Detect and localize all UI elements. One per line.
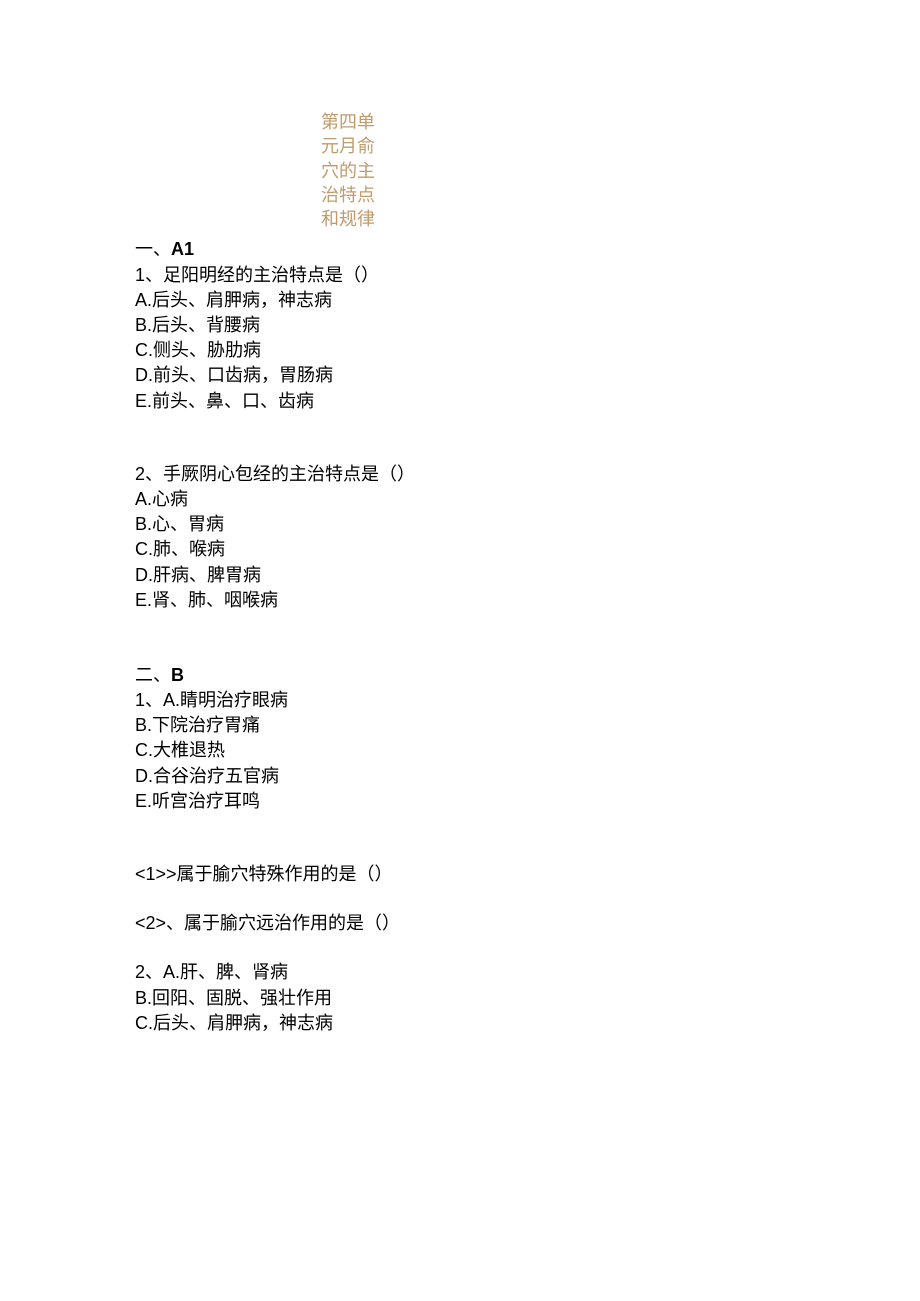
option-text: 心病 [152, 489, 188, 509]
option: C.侧头、胁肋病 [135, 338, 785, 363]
option: E.肾、肺、咽喉病 [135, 588, 785, 613]
sub-text: 属于腧穴特殊作用的是（） [177, 864, 393, 884]
spacer [135, 414, 785, 462]
heading-han: 一、 [135, 239, 171, 259]
option: D.合谷治疗五官病 [135, 764, 785, 789]
option-text: 肝、脾、肾病 [180, 962, 288, 982]
document-page: 第四单 元月俞 穴的主 治特点 和规律 一、A1 1、足阳明经的主治特点是（） … [0, 0, 785, 1036]
question-number: 1 [135, 690, 145, 710]
stem-text: 足阳明经的主治特点是（） [163, 265, 379, 285]
option: B.下院治疗胃痛 [135, 713, 785, 738]
option-text: 大椎退热 [153, 740, 225, 760]
section-a-heading: 一、A1 [135, 237, 785, 262]
option-text: 前头、鼻、口、齿病 [152, 391, 314, 411]
question-stem: 2、手厥阴心包经的主治特点是（） [135, 462, 785, 487]
option-letter: C. [135, 539, 153, 559]
unit-title: 第四单 元月俞 穴的主 治特点 和规律 [321, 110, 401, 231]
question-stem: 2、A.肝、脾、肾病 [135, 960, 785, 985]
sep: 、 [145, 464, 163, 484]
option-letter: D. [135, 766, 153, 786]
option: B.回阳、固脱、强壮作用 [135, 986, 785, 1011]
question-stem: 1、A.睛明治疗眼病 [135, 688, 785, 713]
option-letter: E. [135, 590, 152, 610]
title-line: 治特点 [321, 183, 401, 207]
spacer [135, 613, 785, 661]
title-line: 元月俞 [321, 134, 401, 158]
option-letter: C. [135, 340, 153, 360]
sub-text: 属于腧穴远治作用的是（） [184, 913, 400, 933]
option: B.心、胃病 [135, 512, 785, 537]
option-text: 肾、肺、咽喉病 [152, 590, 278, 610]
option-letter: E. [135, 391, 152, 411]
sub-question: <2>、属于腧穴远治作用的是（） [135, 911, 785, 936]
option-text: 后头、肩胛病，神志病 [152, 290, 332, 310]
option-letter: B. [135, 988, 152, 1008]
option-text: 听宫治疗耳鸣 [152, 791, 260, 811]
question-number: 2 [135, 962, 145, 982]
option: E.听宫治疗耳鸣 [135, 789, 785, 814]
heading-latin: A1 [171, 239, 194, 259]
option-text: 肺、喉病 [153, 539, 225, 559]
sep: 、 [166, 913, 184, 933]
option-letter: C. [135, 740, 153, 760]
sub-prefix: <2> [135, 913, 166, 933]
option: D.前头、口齿病，胃肠病 [135, 363, 785, 388]
option-text: 前头、口齿病，胃肠病 [153, 365, 333, 385]
spacer [135, 887, 785, 911]
option: A.心病 [135, 487, 785, 512]
sep: 、 [145, 265, 163, 285]
option-letter: B. [135, 514, 152, 534]
spacer [135, 936, 785, 960]
title-line: 第四单 [321, 110, 401, 134]
option-letter: A. [135, 489, 152, 509]
stem-text: 手厥阴心包经的主治特点是（） [163, 464, 415, 484]
question-stem: 1、足阳明经的主治特点是（） [135, 263, 785, 288]
option-text: 后头、背腰病 [152, 315, 260, 335]
sep: 、 [145, 690, 163, 710]
option-text: 合谷治疗五官病 [153, 766, 279, 786]
option: C.肺、喉病 [135, 537, 785, 562]
option-letter: B. [135, 315, 152, 335]
title-line: 穴的主 [321, 159, 401, 183]
option-text: 下院治疗胃痛 [152, 715, 260, 735]
option-letter: E. [135, 791, 152, 811]
option-text: 肝病、脾胃病 [153, 565, 261, 585]
option: E.前头、鼻、口、齿病 [135, 389, 785, 414]
option-text: 侧头、胁肋病 [153, 340, 261, 360]
sep: 、 [145, 962, 163, 982]
option: C.后头、肩胛病，神志病 [135, 1011, 785, 1036]
option-letter: A. [163, 962, 180, 982]
option-letter: B. [135, 715, 152, 735]
option: B.后头、背腰病 [135, 313, 785, 338]
section-b-heading: 二、B [135, 663, 785, 688]
question-number: 1 [135, 265, 145, 285]
option-letter: D. [135, 365, 153, 385]
option-text: 睛明治疗眼病 [180, 690, 288, 710]
option-text: 后头、肩胛病，神志病 [153, 1013, 333, 1033]
heading-han: 二、 [135, 665, 171, 685]
option-letter: C. [135, 1013, 153, 1033]
option: C.大椎退热 [135, 738, 785, 763]
option-letter: A. [135, 290, 152, 310]
sub-question: <1>>属于腧穴特殊作用的是（） [135, 862, 785, 887]
option-text: 心、胃病 [152, 514, 224, 534]
heading-latin: B [171, 665, 184, 685]
option: D.肝病、脾胃病 [135, 563, 785, 588]
spacer [135, 814, 785, 862]
question-number: 2 [135, 464, 145, 484]
option-letter: D. [135, 565, 153, 585]
option-letter: A. [163, 690, 180, 710]
title-line: 和规律 [321, 207, 401, 231]
sub-prefix: <1>> [135, 864, 177, 884]
option: A.后头、肩胛病，神志病 [135, 288, 785, 313]
option-text: 回阳、固脱、强壮作用 [152, 988, 332, 1008]
